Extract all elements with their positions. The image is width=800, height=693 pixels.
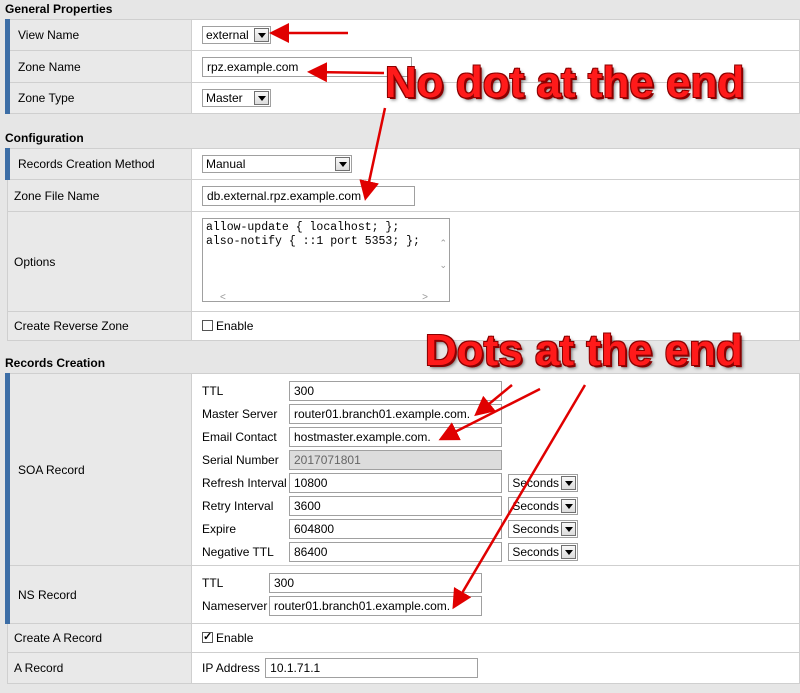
nameserver-label: Nameserver bbox=[202, 599, 268, 613]
expire-label: Expire bbox=[202, 521, 237, 536]
create-reverse-zone-enable-label: Enable bbox=[216, 319, 254, 333]
create-a-record-label: Create A Record bbox=[7, 623, 192, 653]
master-server-label: Master Server bbox=[202, 406, 278, 421]
zone-type-label: Zone Type bbox=[5, 82, 192, 114]
scroll-arrows-vertical-icon[interactable]: ⌃ ⌄ bbox=[439, 232, 447, 276]
zone-name-input[interactable] bbox=[202, 56, 412, 77]
records-creation-table: SOA Record TTL Master Server Email Conta… bbox=[5, 373, 800, 684]
section-general-properties: General Properties bbox=[5, 2, 113, 16]
options-textarea-wrap: allow-update { localhost; }; also-notify… bbox=[202, 218, 450, 305]
retry-interval-input[interactable] bbox=[289, 495, 502, 516]
email-contact-input[interactable] bbox=[289, 426, 502, 447]
records-creation-method-select[interactable]: Manual bbox=[202, 155, 352, 173]
negative-ttl-input[interactable] bbox=[289, 541, 502, 562]
nameserver-input[interactable] bbox=[269, 596, 482, 616]
create-reverse-zone-label: Create Reverse Zone bbox=[7, 311, 192, 341]
a-record-label: A Record bbox=[7, 652, 192, 684]
ns-ttl-label: TTL bbox=[202, 576, 224, 590]
ip-address-label: IP Address bbox=[202, 661, 260, 675]
chevron-down-icon bbox=[561, 499, 577, 514]
annotation-dots: Dots at the end bbox=[425, 326, 743, 375]
soa-record-label: SOA Record bbox=[5, 373, 192, 566]
negative-ttl-unit-select[interactable]: Seconds bbox=[508, 543, 579, 562]
refresh-interval-input[interactable] bbox=[289, 472, 502, 493]
serial-number-input bbox=[289, 449, 502, 470]
chevron-down-icon bbox=[254, 91, 269, 105]
records-creation-method-label: Records Creation Method bbox=[5, 148, 192, 180]
soa-ttl-input[interactable] bbox=[289, 380, 502, 401]
email-contact-label: Email Contact bbox=[202, 429, 277, 444]
view-name-select[interactable]: external bbox=[202, 26, 271, 44]
zone-type-select[interactable]: Master bbox=[202, 89, 271, 107]
section-records-creation: Records Creation bbox=[5, 356, 106, 370]
configuration-table: Records Creation Method Manual Zone File… bbox=[5, 148, 800, 341]
chevron-down-icon bbox=[561, 545, 577, 560]
negative-ttl-label: Negative TTL bbox=[202, 544, 274, 559]
view-name-label: View Name bbox=[5, 19, 192, 51]
options-label: Options bbox=[7, 211, 192, 312]
scroll-arrows-horizontal-icon[interactable]: < > bbox=[220, 292, 428, 303]
annotation-no-dot: No dot at the end bbox=[385, 58, 745, 107]
refresh-interval-label: Refresh Interval bbox=[202, 475, 287, 490]
master-server-input[interactable] bbox=[289, 403, 502, 424]
retry-interval-unit-select[interactable]: Seconds bbox=[508, 497, 579, 516]
zone-name-label: Zone Name bbox=[5, 50, 192, 83]
serial-number-label: Serial Number bbox=[202, 452, 279, 467]
create-a-record-checkbox[interactable]: ✓ bbox=[202, 632, 213, 644]
expire-unit-select[interactable]: Seconds bbox=[508, 520, 579, 539]
ns-ttl-input[interactable] bbox=[269, 573, 482, 593]
options-textarea[interactable]: allow-update { localhost; }; also-notify… bbox=[202, 218, 450, 302]
retry-interval-label: Retry Interval bbox=[202, 498, 274, 513]
zone-file-name-input[interactable] bbox=[202, 185, 415, 206]
chevron-down-icon bbox=[335, 157, 350, 171]
refresh-interval-unit-select[interactable]: Seconds bbox=[508, 474, 579, 493]
ip-address-input[interactable] bbox=[265, 658, 479, 678]
zone-file-name-label: Zone File Name bbox=[7, 179, 192, 212]
chevron-down-icon bbox=[561, 476, 577, 491]
ns-fields: TTL Nameserver bbox=[202, 572, 482, 618]
chevron-down-icon bbox=[254, 28, 269, 42]
section-configuration: Configuration bbox=[5, 131, 84, 145]
soa-ttl-label: TTL bbox=[202, 383, 224, 398]
expire-input[interactable] bbox=[289, 518, 502, 539]
chevron-down-icon bbox=[561, 522, 577, 537]
create-reverse-zone-checkbox[interactable] bbox=[202, 320, 213, 332]
ns-record-label: NS Record bbox=[5, 565, 192, 624]
soa-fields: TTL Master Server Email Contact Serial N… bbox=[202, 379, 579, 563]
create-a-record-enable-label: Enable bbox=[216, 631, 254, 645]
